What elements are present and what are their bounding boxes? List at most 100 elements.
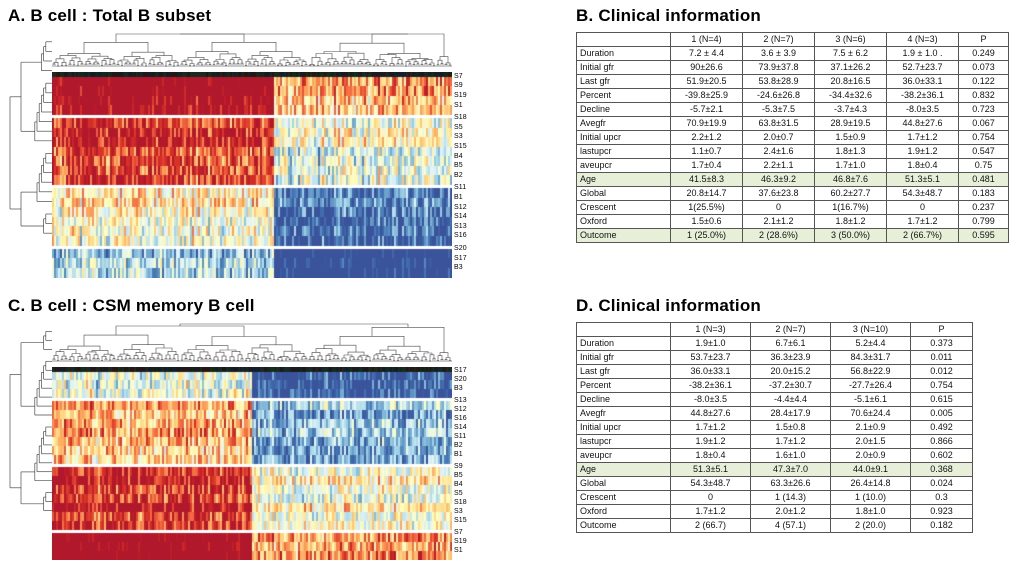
row-label-cell: lastupcr — [576, 144, 671, 159]
heatmap-row-label: S1 — [454, 546, 463, 554]
data-cell: 0.799 — [958, 214, 1009, 229]
data-cell: 36.3±23.9 — [750, 350, 831, 365]
panel-d-title: D. Clinical information — [576, 296, 762, 315]
column-header: 1 (N=4) — [670, 32, 743, 47]
data-cell: 0.237 — [958, 200, 1009, 215]
data-cell: 0.122 — [958, 74, 1009, 89]
table-row: Initial upcr 2.2±1.2 2.0±0.7 1.5±0.9 1.7±1.2… — [576, 130, 1009, 145]
data-cell: 0.005 — [910, 406, 973, 421]
row-label-cell: aveupcr — [576, 448, 671, 463]
heatmap-row-label: S18 — [454, 114, 467, 122]
heatmap-row-label: S13 — [454, 397, 467, 405]
table-row: aveupcr 1.7±0.4 2.2±1.1 1.7±1.0 1.8±0.4 0.75 — [576, 158, 1009, 173]
table-row: Avegfr 44.8±27.6 28.4±17.9 70.6±24.4 0.005 — [576, 406, 973, 421]
panel-b-title: B. Clinical information — [576, 6, 762, 25]
data-cell: 56.8±22.9 — [830, 364, 911, 379]
data-cell: -4.4±4.4 — [750, 392, 831, 407]
table-row: Decline -5.7±2.1 -5.3±7.5 -3.7±4.3 -8.0±3.5 0… — [576, 102, 1009, 117]
data-cell: 0.866 — [910, 434, 973, 449]
data-cell: 1.8±1.3 — [814, 144, 887, 159]
data-cell: 28.4±17.9 — [750, 406, 831, 421]
heatmap-row-label: B1 — [454, 194, 463, 201]
data-cell: 0.183 — [958, 186, 1009, 201]
row-label-cell: Outcome — [576, 228, 671, 243]
row-label-cell: aveupcr — [576, 158, 671, 173]
data-cell: 1.5±0.6 — [670, 214, 743, 229]
data-cell: 7.2 ± 4.4 — [670, 46, 743, 61]
panel-b-clinical-information: B. Clinical information — [576, 6, 761, 26]
heatmap-row-label: B4 — [454, 152, 463, 160]
data-cell: 36.0±33.1 — [886, 74, 959, 89]
row-label-cell: Initial gfr — [576, 60, 671, 75]
row-label-cell: Duration — [576, 46, 671, 61]
data-cell: 20.8±14.7 — [670, 186, 743, 201]
column-header: P — [958, 32, 1009, 47]
data-cell: 0.012 — [910, 364, 973, 379]
data-cell: 1 (25.0%) — [670, 228, 743, 243]
data-cell: 5.2±4.4 — [830, 336, 911, 351]
data-cell: 2 (66.7) — [670, 518, 751, 533]
data-cell: 0.754 — [958, 130, 1009, 145]
data-cell: 1.5±0.9 — [814, 130, 887, 145]
panel-c-heatmap-block: S17 S20 B3 S13 S12 S16 S14 S11 B2 B1 S9 B5 B4 S5 S18 S3… — [6, 322, 478, 560]
data-cell: 1.6±1.0 — [750, 448, 831, 463]
column-header: 2 (N=7) — [750, 322, 831, 337]
table-row: Oxford 1.7±1.2 2.0±1.2 1.8±1.0 0.923 — [576, 504, 973, 519]
data-cell: 44.8±27.6 — [886, 116, 959, 131]
data-cell: 20.0±15.2 — [750, 364, 831, 379]
table-row: lastupcr 1.9±1.2 1.7±1.2 2.0±1.5 0.866 — [576, 434, 973, 449]
heatmap-row-label: S17 — [454, 254, 467, 262]
heatmap-row-label: S7 — [454, 72, 463, 80]
column-header: P — [910, 322, 973, 337]
data-cell: 63.8±31.5 — [742, 116, 815, 131]
data-cell: 1.7±1.0 — [814, 158, 887, 173]
data-cell: 0.373 — [910, 336, 973, 351]
data-cell: 0.3 — [910, 490, 973, 505]
heatmap-row-label: S12 — [454, 406, 467, 414]
data-cell: 0.024 — [910, 476, 973, 491]
data-cell: 41.5±8.3 — [670, 172, 743, 187]
table-row: Decline -8.0±3.5 -4.4±4.4 -5.1±6.1 0.615 — [576, 392, 973, 407]
data-cell: 1.9±1.2 — [670, 434, 751, 449]
row-label-cell: Age — [576, 462, 671, 477]
data-cell: 37.6±23.8 — [742, 186, 815, 201]
data-cell: 0.492 — [910, 420, 973, 435]
table-d-header: 1 (N=3) 2 (N=7) 3 (N=10) P — [576, 322, 973, 337]
data-cell: 2 (20.0) — [830, 518, 911, 533]
heatmap-row-label: S13 — [454, 222, 467, 230]
row-label-cell: Global — [576, 476, 671, 491]
panel-c-column-dendrogram — [52, 322, 452, 367]
row-label-cell: Last gfr — [576, 364, 671, 379]
heatmap-row-label: S3 — [454, 507, 463, 515]
data-cell: 7.5 ± 6.2 — [814, 46, 887, 61]
table-row: Last gfr 51.9±20.5 53.8±28.9 20.8±16.5 36.0±… — [576, 74, 1009, 89]
column-header: 1 (N=3) — [670, 322, 751, 337]
row-label-cell: Last gfr — [576, 74, 671, 89]
table-d-body: Duration 1.9±1.0 6.7±6.1 5.2±4.4 0.373 Initia… — [576, 336, 973, 533]
row-label-cell: Outcome — [576, 518, 671, 533]
heatmap-row-label: S20 — [454, 376, 467, 384]
data-cell: -24.6±26.8 — [742, 88, 815, 103]
clinical-table-b: 1 (N=4) 2 (N=7) 3 (N=6) 4 (N=3) P Duration 7.… — [576, 32, 1009, 243]
row-label-cell: Percent — [576, 378, 671, 393]
data-cell: 1.9 ± 1.0 . — [886, 46, 959, 61]
panel-a-row-dendrogram — [6, 32, 52, 278]
data-cell: 1.7±0.4 — [670, 158, 743, 173]
panel-b-table-wrapper: 1 (N=4) 2 (N=7) 3 (N=6) 4 (N=3) P Duration 7.… — [576, 32, 1009, 243]
heatmap-row-label: B3 — [454, 264, 463, 272]
row-label-cell: Initial upcr — [576, 130, 671, 145]
heatmap-row-label: S19 — [454, 92, 467, 99]
data-cell: 1.7±1.2 — [670, 504, 751, 519]
data-cell: -5.3±7.5 — [742, 102, 815, 117]
data-cell: 37.1±26.2 — [814, 60, 887, 75]
column-header — [576, 322, 671, 337]
data-cell: 1.8±0.4 — [886, 158, 959, 173]
data-cell: 0 — [670, 490, 751, 505]
data-cell: -39.8±25.9 — [670, 88, 743, 103]
heatmap-row-label: S17 — [454, 367, 467, 375]
data-cell: 54.3±48.7 — [886, 186, 959, 201]
table-row: lastupcr 1.1±0.7 2.4±1.6 1.8±1.3 1.9±1.2 0.54… — [576, 144, 1009, 159]
data-cell: 53.7±23.7 — [670, 350, 751, 365]
data-cell: 1.7±1.2 — [886, 214, 959, 229]
data-cell: 6.7±6.1 — [750, 336, 831, 351]
